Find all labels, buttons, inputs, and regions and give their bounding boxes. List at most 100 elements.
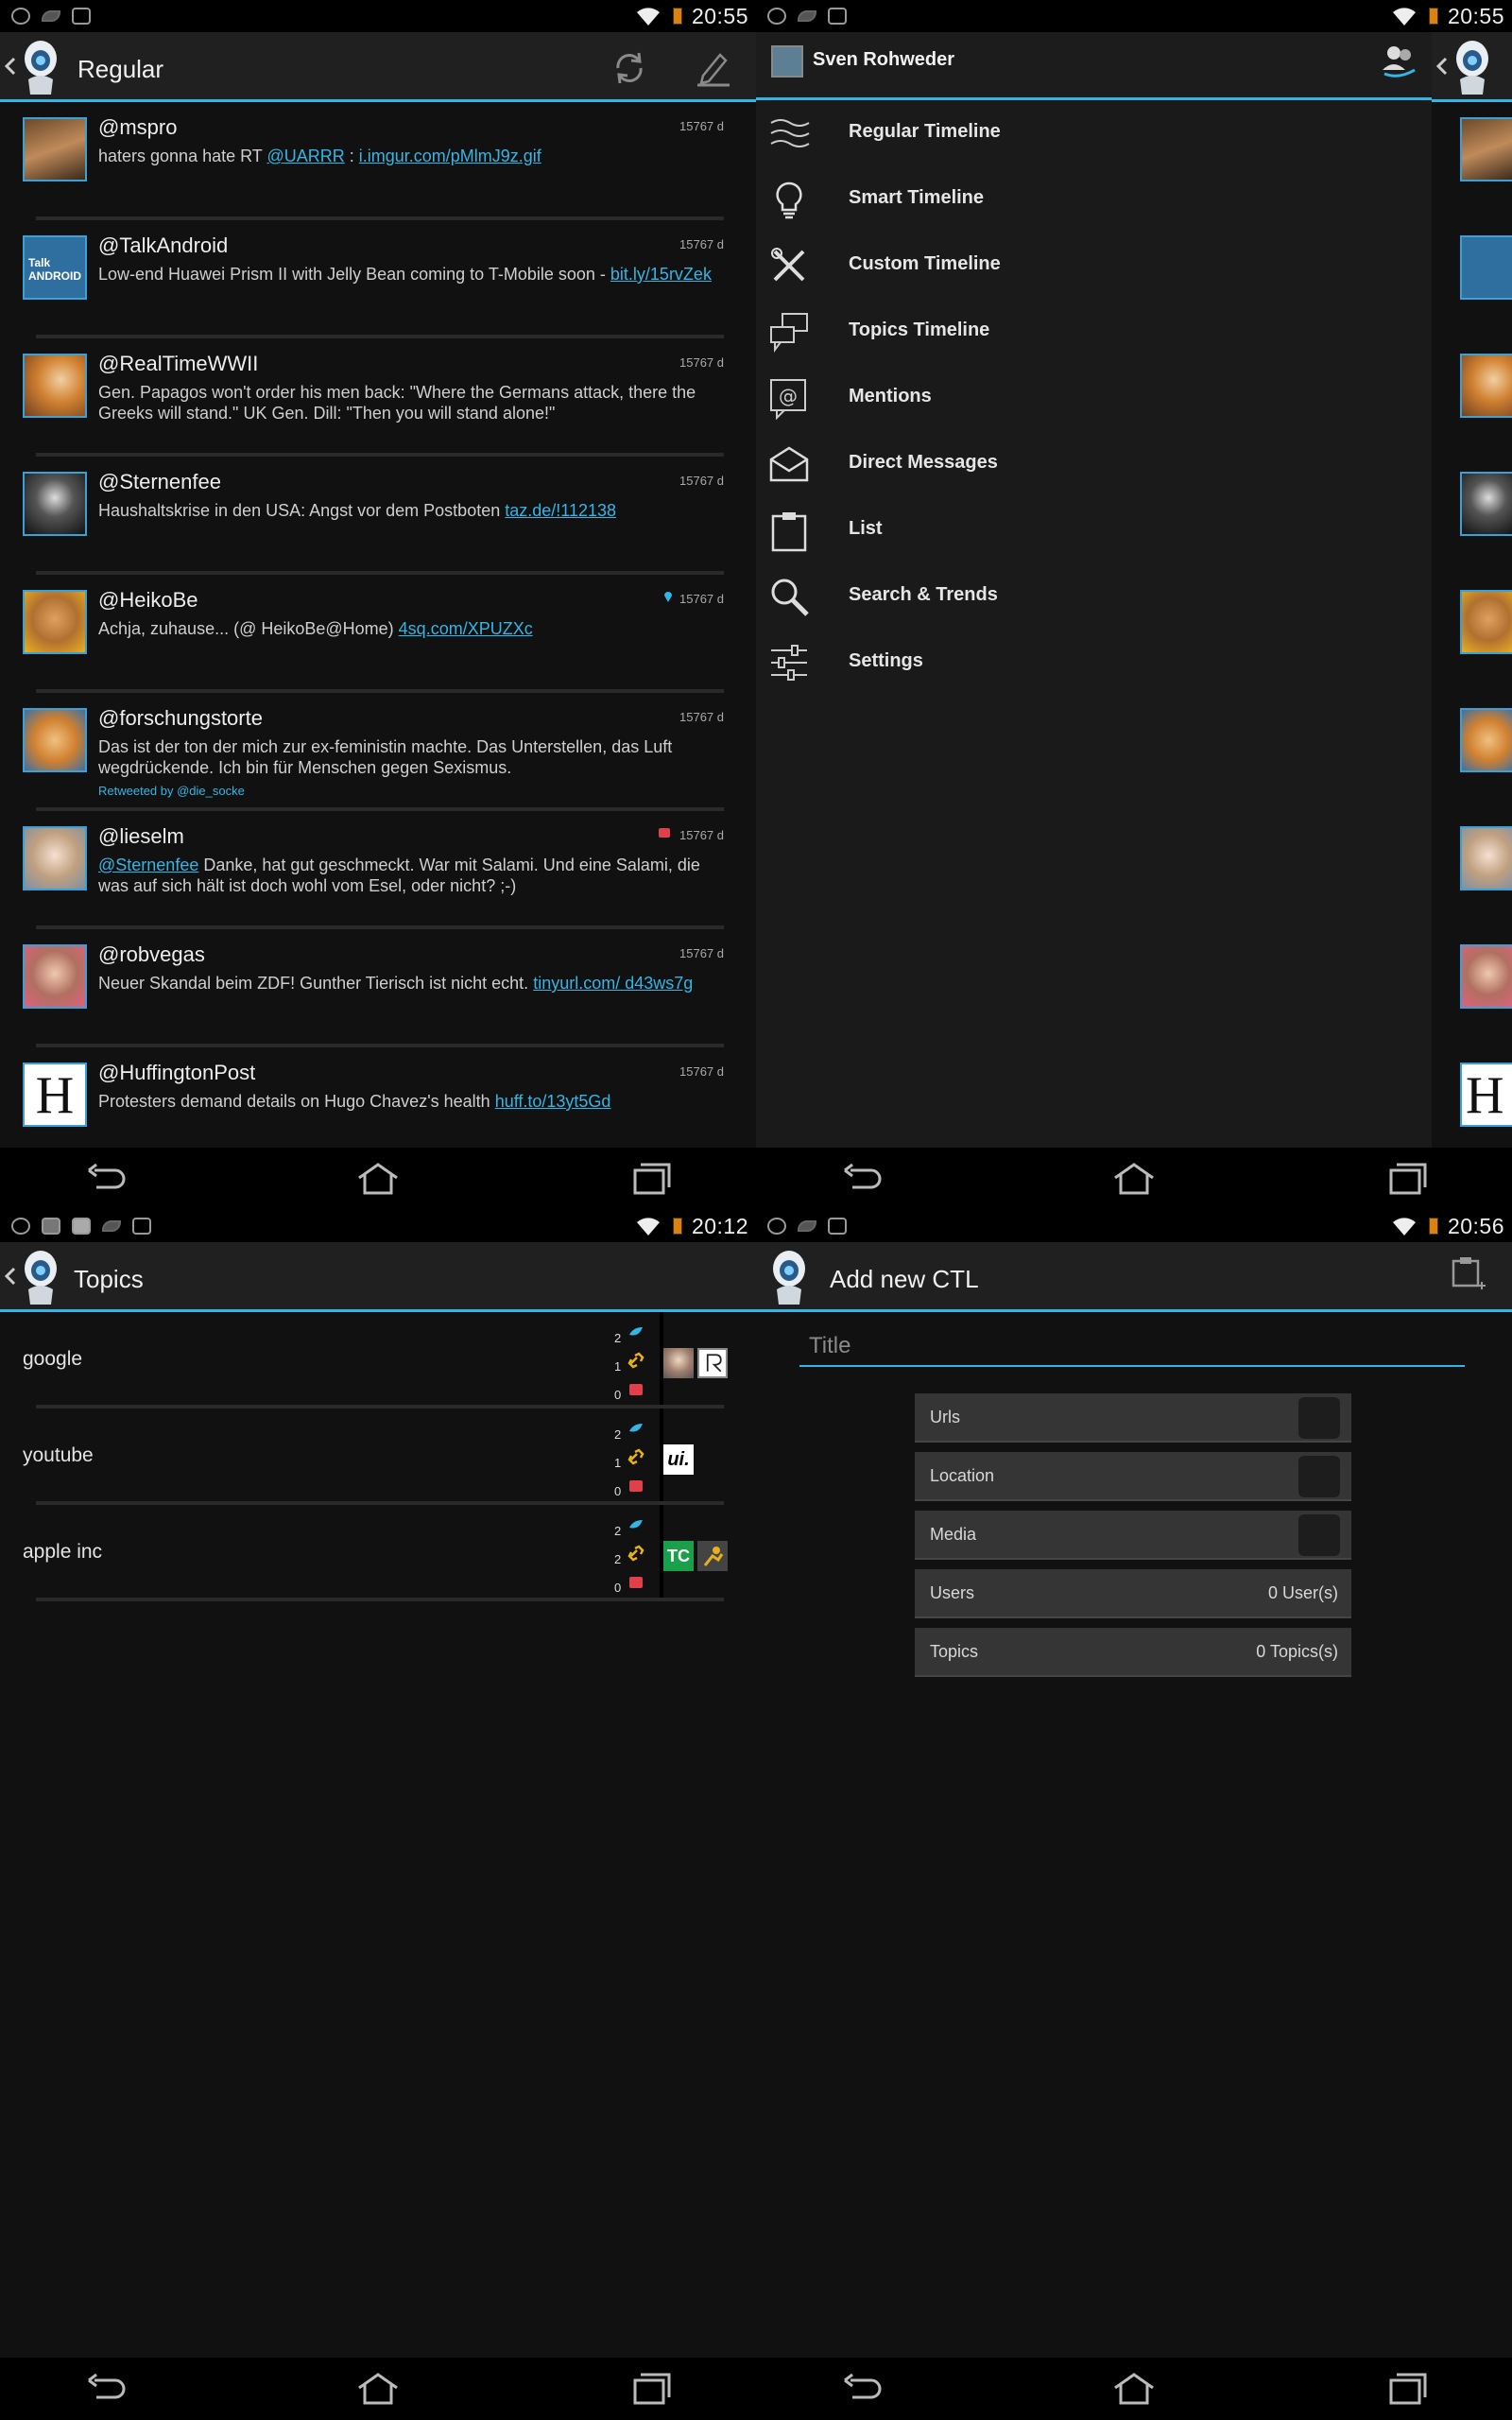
tweet-item[interactable]: Talk ANDROID @TalkAndroid 15767 d Low-end… bbox=[23, 220, 724, 338]
menu-regular-timeline[interactable]: Regular Timeline bbox=[756, 100, 1432, 166]
refresh-icon[interactable] bbox=[610, 49, 648, 87]
clipboard-icon bbox=[828, 1218, 847, 1235]
recents-icon[interactable] bbox=[629, 1161, 675, 1197]
clipboard-icon bbox=[132, 1218, 151, 1235]
compose-icon[interactable] bbox=[694, 49, 731, 87]
location-checkbox[interactable] bbox=[1298, 1456, 1340, 1497]
menu-list[interactable]: List bbox=[756, 497, 1432, 563]
avatar[interactable] bbox=[23, 472, 87, 536]
tweet-item[interactable]: @RealTimeWWII 15767 d Gen. Papagos won't… bbox=[23, 338, 724, 457]
tweet-author[interactable]: @forschungstorte bbox=[98, 706, 263, 731]
tweet-item[interactable]: @lieselm 15767 d @Sternenfee Danke, hat … bbox=[23, 811, 724, 929]
topic-thumbnail[interactable] bbox=[697, 1348, 728, 1378]
back-icon[interactable] bbox=[837, 1161, 883, 1197]
home-icon[interactable] bbox=[1111, 1161, 1157, 1197]
avatar[interactable] bbox=[23, 826, 87, 890]
option-users[interactable]: Users 0 User(s) bbox=[915, 1569, 1351, 1618]
page-title: Topics bbox=[74, 1265, 144, 1293]
app-logo-icon[interactable] bbox=[19, 1248, 62, 1306]
home-icon[interactable] bbox=[355, 1161, 401, 1197]
tweet-link[interactable]: 4sq.com/XPUZXc bbox=[399, 619, 533, 638]
recents-icon[interactable] bbox=[629, 2371, 675, 2407]
media-checkbox[interactable] bbox=[1298, 1514, 1340, 1556]
account-name[interactable]: Sven Rohweder bbox=[813, 49, 954, 71]
add-list-icon[interactable] bbox=[1450, 1255, 1487, 1293]
topic-thumbnail[interactable] bbox=[697, 1541, 728, 1571]
menu-mentions[interactable]: @ Mentions bbox=[756, 365, 1432, 431]
tweet-item[interactable]: @mspro 15767 d haters gonna hate RT @UAR… bbox=[23, 102, 724, 220]
tweet-link[interactable]: bit.ly/15rvZek bbox=[610, 265, 712, 284]
avatar[interactable]: Talk ANDROID bbox=[23, 235, 87, 300]
tweet-link[interactable]: tinyurl.com/ d43ws7g bbox=[533, 974, 693, 993]
back-chevron-icon[interactable] bbox=[4, 1267, 17, 1286]
tweet-item[interactable]: @Sternenfee 15767 d Haushaltskrise in de… bbox=[23, 457, 724, 575]
tweet-text: Achja, zuhause... (@ HeikoBe@Home) 4sq.c… bbox=[98, 619, 533, 638]
avatar[interactable] bbox=[23, 590, 87, 654]
option-location[interactable]: Location bbox=[915, 1452, 1351, 1501]
topic-row[interactable]: youtube 2 1 0 ui. bbox=[23, 1409, 724, 1505]
tweet-item[interactable]: @robvegas 15767 d Neuer Skandal beim ZDF… bbox=[23, 929, 724, 1047]
retweet-note[interactable]: Retweeted by @die_socke bbox=[98, 784, 245, 798]
media-count: 0 bbox=[614, 1484, 622, 1498]
app-logo-icon[interactable] bbox=[19, 38, 62, 96]
tweet-author[interactable]: @Sternenfee bbox=[98, 470, 221, 494]
tweet-list: @mspro 15767 d haters gonna hate RT @UAR… bbox=[0, 102, 756, 1166]
urls-checkbox[interactable] bbox=[1298, 1397, 1340, 1439]
tweet-author[interactable]: @RealTimeWWII bbox=[98, 352, 258, 376]
menu-topics-timeline[interactable]: Topics Timeline bbox=[756, 299, 1432, 365]
recents-icon[interactable] bbox=[1385, 1161, 1431, 1197]
topic-row[interactable]: google 2 1 0 bbox=[23, 1312, 728, 1409]
navigation-bar bbox=[0, 2358, 756, 2420]
menu-custom-timeline[interactable]: Custom Timeline bbox=[756, 233, 1432, 299]
title-input[interactable] bbox=[799, 1327, 1465, 1367]
back-icon[interactable] bbox=[81, 2371, 127, 2407]
tweet-link[interactable]: i.imgur.com/pMlmJ9z.gif bbox=[359, 147, 541, 165]
menu-search-trends[interactable]: Search & Trends bbox=[756, 563, 1432, 630]
option-media[interactable]: Media bbox=[915, 1511, 1351, 1560]
app-logo-icon[interactable] bbox=[767, 1248, 811, 1306]
back-icon[interactable] bbox=[81, 1161, 127, 1197]
tweet-link[interactable]: @Sternenfee bbox=[98, 856, 198, 874]
topic-thumbnail[interactable]: ui. bbox=[663, 1444, 694, 1475]
tweet-author[interactable]: @lieselm bbox=[98, 824, 184, 849]
mail-icon bbox=[72, 1218, 91, 1235]
switch-account-icon[interactable] bbox=[1379, 42, 1418, 79]
back-icon[interactable] bbox=[837, 2371, 883, 2407]
tweet-author[interactable]: @HuffingtonPost bbox=[98, 1061, 255, 1085]
menu-settings[interactable]: Settings bbox=[756, 630, 1432, 696]
home-icon[interactable] bbox=[1111, 2371, 1157, 2407]
tweet-author[interactable]: @robvegas bbox=[98, 942, 205, 967]
tweet-link[interactable]: @UARRR bbox=[266, 147, 344, 165]
clipboard-icon bbox=[828, 8, 847, 25]
avatar[interactable] bbox=[23, 708, 87, 772]
tweet-author[interactable]: @HeikoBe bbox=[98, 588, 198, 613]
leaf-icon bbox=[798, 10, 816, 22]
waves-icon bbox=[770, 119, 810, 147]
content-peek[interactable]: H bbox=[1432, 32, 1512, 1148]
tweet-link[interactable]: huff.to/13yt5Gd bbox=[495, 1092, 611, 1111]
avatar[interactable]: H bbox=[23, 1063, 87, 1127]
status-bar: 20:12 bbox=[0, 1210, 756, 1242]
avatar[interactable] bbox=[23, 354, 87, 418]
topic-thumbnail[interactable]: TC bbox=[663, 1541, 694, 1571]
home-icon[interactable] bbox=[355, 2371, 401, 2407]
option-topics[interactable]: Topics 0 Topics(s) bbox=[915, 1628, 1351, 1677]
tweet-item[interactable]: @forschungstorte 15767 d Das ist der ton… bbox=[23, 693, 724, 811]
back-chevron-icon[interactable] bbox=[4, 57, 17, 76]
topic-row[interactable]: apple inc 2 2 0 TC bbox=[23, 1505, 728, 1601]
avatar[interactable] bbox=[23, 944, 87, 1009]
tweet-age: 15767 d bbox=[679, 592, 724, 606]
battery-icon bbox=[672, 8, 682, 25]
account-avatar[interactable] bbox=[771, 45, 803, 78]
avatar[interactable] bbox=[23, 117, 87, 182]
tweet-item[interactable]: @HeikoBe 15767 d Achja, zuhause... (@ He… bbox=[23, 575, 724, 693]
tweet-age: 15767 d bbox=[679, 237, 724, 251]
topic-thumbnail[interactable] bbox=[663, 1348, 694, 1378]
recents-icon[interactable] bbox=[1385, 2371, 1431, 2407]
menu-smart-timeline[interactable]: Smart Timeline bbox=[756, 166, 1432, 233]
tweet-author[interactable]: @mspro bbox=[98, 115, 177, 140]
tweet-link[interactable]: taz.de/!112138 bbox=[505, 501, 616, 520]
tweet-author[interactable]: @TalkAndroid bbox=[98, 233, 228, 258]
option-urls[interactable]: Urls bbox=[915, 1393, 1351, 1443]
menu-direct-messages[interactable]: Direct Messages bbox=[756, 431, 1432, 497]
